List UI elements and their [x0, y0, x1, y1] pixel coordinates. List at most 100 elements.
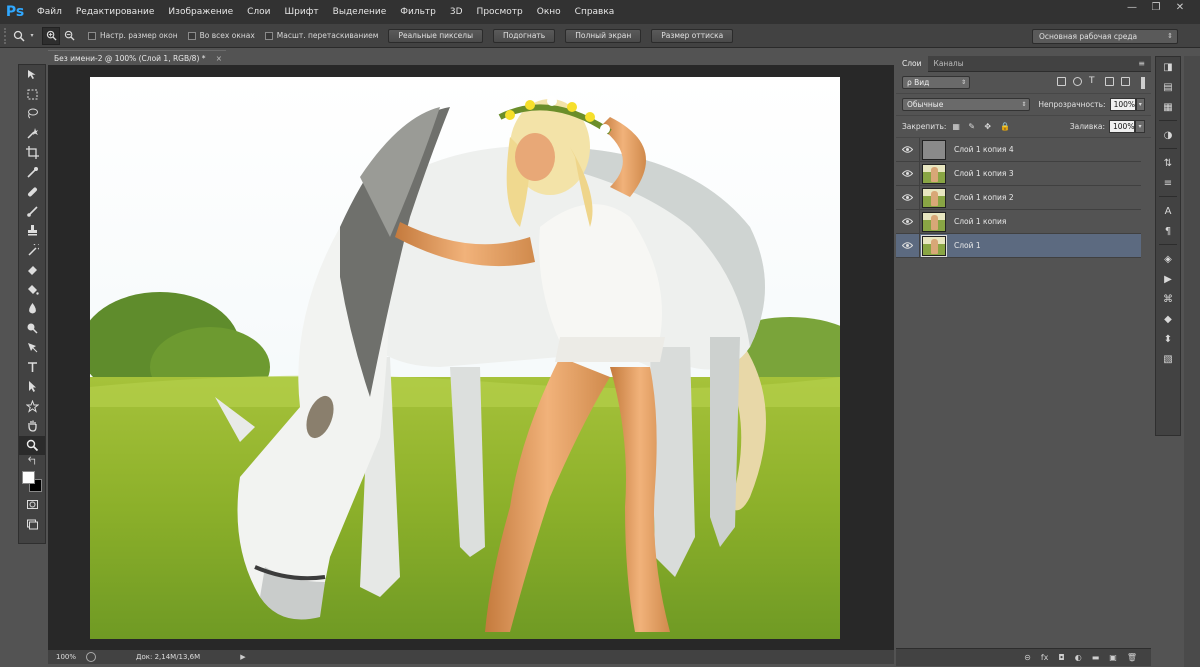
zoom-out-icon[interactable]	[60, 27, 78, 45]
shape-tool-icon[interactable]	[19, 397, 45, 417]
pen-tool-icon[interactable]	[19, 338, 45, 358]
navigator-panel-icon[interactable]: ◨	[1156, 57, 1180, 77]
lock-all-icon[interactable]: 🔒	[1000, 122, 1010, 131]
quick-mask-icon[interactable]	[19, 495, 45, 515]
clone-stamp-tool-icon[interactable]	[19, 221, 45, 241]
opacity-slider-arrow-icon[interactable]: ▾	[1135, 98, 1145, 111]
properties-panel-icon[interactable]: ≡	[1156, 173, 1180, 193]
opacity-input[interactable]: 100%	[1109, 98, 1136, 111]
menu-layers[interactable]: Слои	[240, 0, 277, 24]
tab-channels[interactable]: Каналы	[928, 56, 970, 72]
actual-pixels-button[interactable]: Реальные пикселы	[388, 28, 483, 43]
workspace-select[interactable]: Основная рабочая среда ⇕	[1032, 29, 1178, 44]
paint-bucket-tool-icon[interactable]	[19, 280, 45, 300]
layer-name[interactable]: Слой 1 копия 2	[954, 193, 1014, 202]
paths-panel-icon[interactable]: ⌘	[1156, 289, 1180, 309]
layer-row-selected[interactable]: Слой 1	[896, 233, 1141, 258]
zoom-in-icon[interactable]	[42, 26, 60, 45]
filter-kind-select[interactable]: ρ Вид ⇕	[902, 76, 970, 89]
close-document-icon[interactable]: ×	[216, 54, 222, 63]
layer-name[interactable]: Слой 1 копия 4	[954, 145, 1014, 154]
history-panel-icon[interactable]: ⇅	[1156, 153, 1180, 173]
brush-presets-panel-icon[interactable]: ◈	[1156, 249, 1180, 269]
new-layer-icon[interactable]: ▣	[1109, 653, 1117, 662]
zoom-level[interactable]: 100%	[48, 653, 84, 661]
tab-layers[interactable]: Слои	[896, 55, 928, 72]
menu-view[interactable]: Просмотр	[470, 0, 530, 24]
layer-row[interactable]: Слой 1 копия 4	[896, 137, 1141, 162]
add-mask-icon[interactable]: ◘	[1058, 653, 1064, 662]
layer-name[interactable]: Слой 1 копия	[954, 217, 1006, 226]
zoom-tool-icon[interactable]	[19, 435, 45, 455]
healing-brush-tool-icon[interactable]	[19, 182, 45, 202]
adjustments-panel-icon[interactable]: ◑	[1156, 125, 1180, 145]
type-tool-icon[interactable]	[19, 358, 45, 378]
fill-slider-arrow-icon[interactable]: ▾	[1135, 120, 1145, 133]
close-window-button[interactable]: ✕	[1168, 0, 1192, 14]
dropdown-arrow-icon[interactable]: ▾	[28, 27, 36, 45]
panel-menu-icon[interactable]: ≡	[1138, 59, 1145, 68]
dodge-tool-icon[interactable]	[19, 319, 45, 339]
document-tab[interactable]: Без имени-2 @ 100% (Слой 1, RGB/8) * ×	[48, 50, 226, 65]
checkbox-box[interactable]	[187, 31, 196, 40]
scrubby-zoom-checkbox[interactable]: Масшт. перетаскиванием	[264, 31, 378, 40]
swatches-panel-icon[interactable]: ▦	[1156, 97, 1180, 117]
visibility-eye-icon[interactable]	[896, 209, 920, 234]
layer-row[interactable]: Слой 1 копия	[896, 209, 1141, 234]
layer-row[interactable]: Слой 1 копия 2	[896, 185, 1141, 210]
menu-image[interactable]: Изображение	[161, 0, 240, 24]
marquee-tool-icon[interactable]	[19, 85, 45, 105]
menu-window[interactable]: Окно	[530, 0, 568, 24]
eraser-tool-icon[interactable]	[19, 260, 45, 280]
character-panel-icon[interactable]: A	[1156, 201, 1180, 221]
foreground-color-swatch[interactable]	[22, 471, 35, 484]
swap-colors-icon[interactable]	[19, 455, 45, 467]
minimize-button[interactable]: —	[1120, 0, 1144, 14]
status-bar-icon[interactable]	[86, 652, 96, 662]
eyedropper-tool-icon[interactable]	[19, 163, 45, 183]
zoom-tool-preset-icon[interactable]	[10, 27, 28, 45]
resize-windows-checkbox[interactable]: Настр. размер окон	[88, 31, 178, 40]
filter-adjustment-icon[interactable]	[1073, 76, 1082, 86]
fit-screen-button[interactable]: Подогнать	[492, 28, 556, 43]
image-canvas[interactable]	[90, 77, 840, 639]
filter-pixel-icon[interactable]	[1057, 76, 1066, 86]
link-layers-icon[interactable]: ⊝	[1024, 653, 1031, 662]
adjustment-layer-icon[interactable]: ◐	[1075, 653, 1082, 662]
crop-tool-icon[interactable]	[19, 143, 45, 163]
filter-toggle-icon[interactable]	[1141, 76, 1145, 89]
blur-tool-icon[interactable]	[19, 299, 45, 319]
layer-style-icon[interactable]: fx	[1041, 653, 1049, 662]
screen-mode-icon[interactable]	[19, 515, 45, 535]
menu-edit[interactable]: Редактирование	[69, 0, 162, 24]
new-group-icon[interactable]: ▬	[1092, 653, 1100, 662]
print-size-button[interactable]: Размер оттиска	[651, 28, 734, 43]
filter-smart-object-icon[interactable]	[1121, 76, 1130, 86]
checkbox-box[interactable]	[88, 31, 96, 40]
color-swatches[interactable]	[19, 467, 45, 495]
visibility-eye-icon[interactable]	[896, 161, 920, 186]
menu-file[interactable]: Файл	[30, 0, 69, 24]
checkbox-box[interactable]	[264, 31, 273, 40]
menu-help[interactable]: Справка	[568, 0, 622, 24]
menu-select[interactable]: Выделение	[326, 0, 394, 24]
brush-tool-icon[interactable]	[19, 202, 45, 222]
layer-name[interactable]: Слой 1	[954, 241, 981, 250]
delete-layer-icon[interactable]: 🗑	[1127, 653, 1137, 662]
tool-presets-panel-icon[interactable]: ▧	[1156, 349, 1180, 369]
layer-name[interactable]: Слой 1 копия 3	[954, 169, 1014, 178]
visibility-eye-icon[interactable]	[896, 185, 920, 210]
path-selection-tool-icon[interactable]	[19, 377, 45, 397]
visibility-eye-icon[interactable]	[896, 137, 920, 162]
paragraph-panel-icon[interactable]: ¶	[1156, 221, 1180, 241]
lock-image-icon[interactable]: ✎	[968, 122, 976, 131]
fill-input[interactable]: 100%	[1109, 120, 1135, 133]
all-windows-checkbox[interactable]: Во всех окнах	[187, 31, 255, 40]
quick-select-tool-icon[interactable]	[19, 124, 45, 144]
menu-filter[interactable]: Фильтр	[393, 0, 443, 24]
filter-type-icon[interactable]: T	[1089, 76, 1098, 86]
visibility-eye-icon[interactable]	[896, 233, 920, 258]
clone-source-panel-icon[interactable]: ⬍	[1156, 329, 1180, 349]
hand-tool-icon[interactable]	[19, 416, 45, 436]
fill-screen-button[interactable]: Полный экран	[565, 28, 642, 43]
